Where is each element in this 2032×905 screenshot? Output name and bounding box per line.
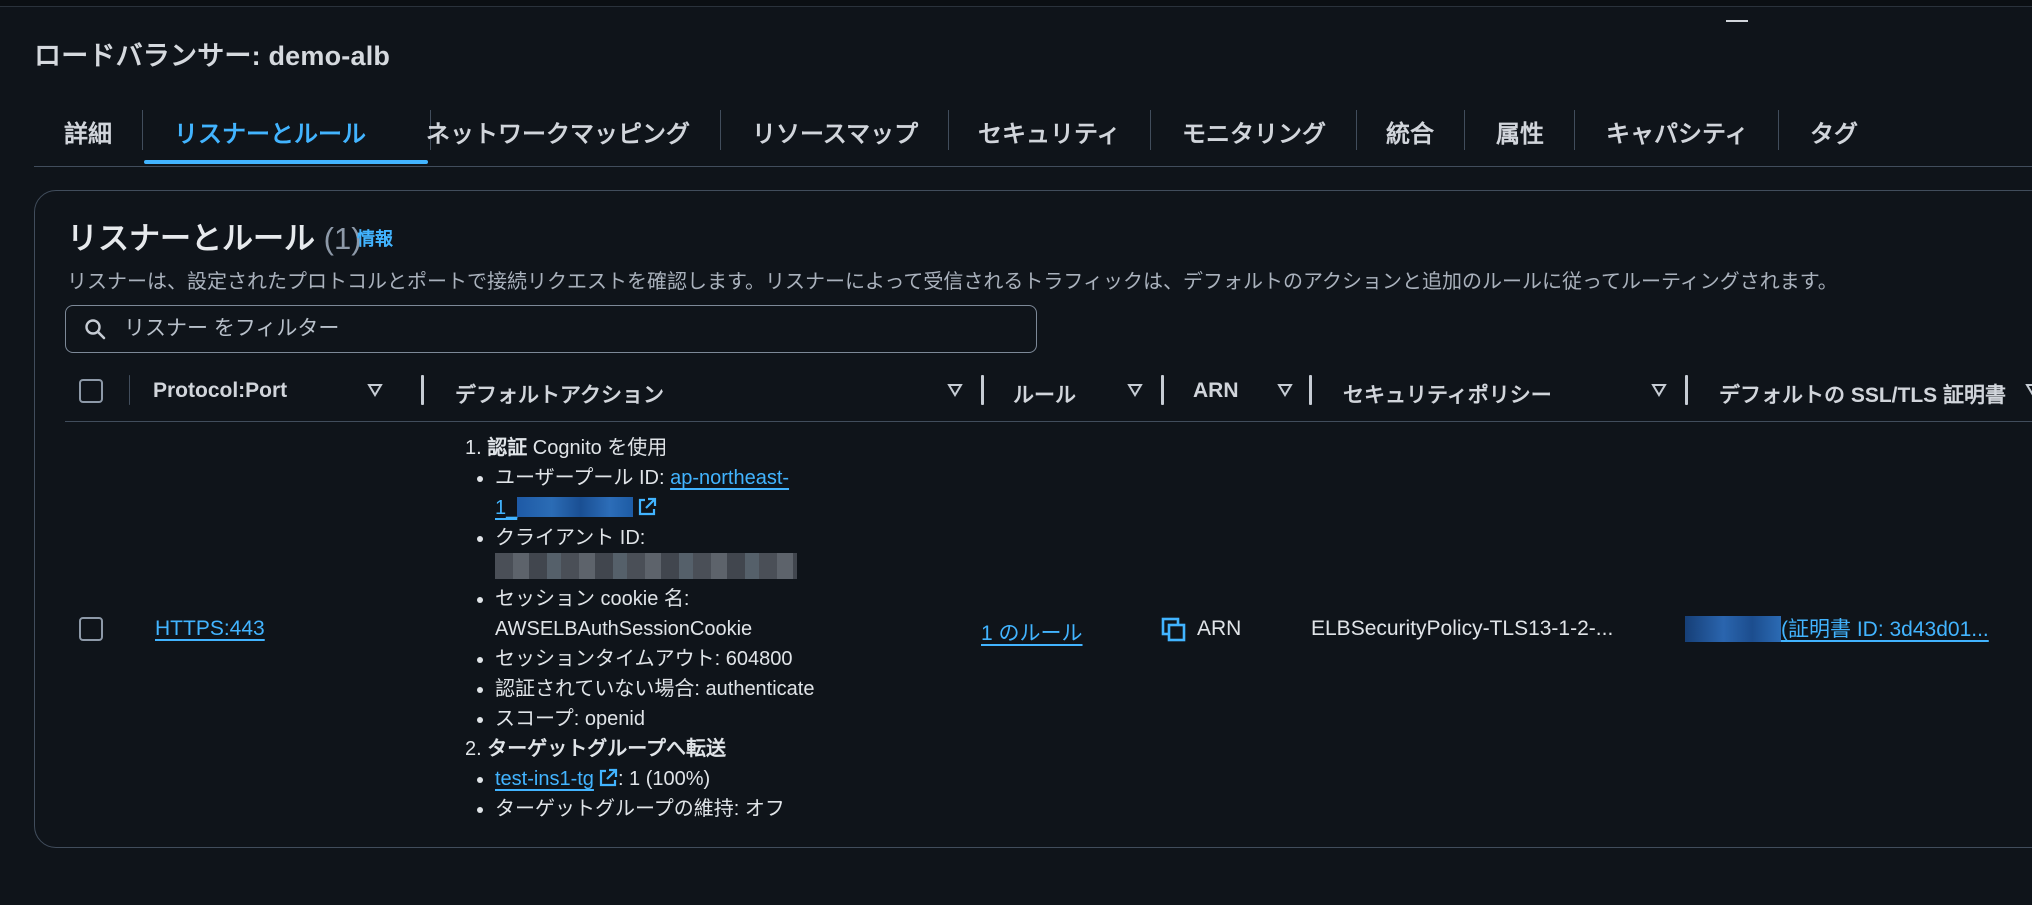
tab-bar: 詳細 リスナーとルール ネットワークマッピング リソースマップ セキュリティ モ… — [34, 104, 2032, 167]
timeout-item: セッションタイムアウト: 604800 — [495, 644, 815, 674]
target-group-link[interactable]: test-ins1-tg — [495, 768, 594, 790]
cookie-value: AWSELBAuthSessionCookie — [495, 618, 753, 640]
copy-icon[interactable] — [1161, 617, 1187, 643]
tab-separator — [1574, 110, 1575, 150]
listener-count: (1) — [323, 221, 362, 256]
tab-separator — [1778, 110, 1779, 150]
tab-security[interactable]: セキュリティ — [978, 114, 1121, 158]
target-group-weight: : 1 (100%) — [617, 768, 711, 790]
panel-title: リスナーとルール (1) — [67, 213, 362, 258]
redacted-pool-id — [517, 497, 634, 517]
action-1-method: Cognito を使用 — [527, 437, 668, 459]
column-header-default-action[interactable]: デフォルトアクション — [455, 379, 664, 409]
sort-caret-icon[interactable] — [947, 383, 963, 397]
column-resizer[interactable] — [1685, 375, 1688, 405]
default-actions-list: 1. 認証 Cognito を使用 ユーザープール ID: ap-northea… — [465, 433, 815, 824]
stickiness-item: ターゲットグループの維持: オフ — [495, 794, 815, 824]
sort-caret-icon[interactable] — [367, 383, 383, 397]
info-link[interactable]: 情報 — [357, 225, 393, 251]
tab-resource-map[interactable]: リソースマップ — [752, 114, 918, 158]
cookie-item: セッション cookie 名: AWSELBAuthSessionCookie — [495, 584, 815, 644]
panel-title-text: リスナーとルール — [67, 221, 315, 256]
certificate-cell: (証明書 ID: 3d43d01... — [1685, 613, 1989, 643]
action-1-title: 認証 — [487, 437, 528, 459]
tab-separator — [1150, 110, 1151, 150]
tab-separator — [1356, 110, 1357, 150]
target-group-item: test-ins1-tg : 1 (100%) — [495, 764, 815, 794]
column-header-default-certificate[interactable]: デフォルトの SSL/TLS 証明書 — [1719, 379, 2006, 409]
user-pool-link-text[interactable]: ap-northeast- — [670, 467, 789, 489]
minimize-icon[interactable] — [1726, 20, 1748, 22]
window-top-bar — [0, 0, 2032, 7]
tab-separator — [142, 110, 143, 150]
action-2-details: test-ins1-tg : 1 (100%) ターゲットグループの維持: オフ — [467, 764, 815, 824]
tab-listeners-and-rules[interactable]: リスナーとルール — [174, 114, 366, 158]
action-2: 2. ターゲットグループへ転送 — [465, 734, 815, 764]
client-id-item: クライアント ID: — [495, 523, 815, 584]
search-icon — [85, 319, 106, 340]
action-2-number: 2. — [465, 738, 482, 760]
column-header-rules[interactable]: ルール — [1013, 379, 1076, 409]
active-tab-indicator — [144, 160, 428, 164]
column-header-protocol-port[interactable]: Protocol:Port — [153, 379, 287, 403]
action-1: 1. 認証 Cognito を使用 — [465, 433, 815, 463]
protocol-port-link[interactable]: HTTPS:443 — [155, 617, 265, 641]
column-header-security-policy[interactable]: セキュリティポリシー — [1343, 379, 1552, 409]
filter-input[interactable] — [122, 306, 1006, 352]
row-select-checkbox[interactable] — [79, 617, 103, 641]
column-resizer[interactable] — [421, 375, 424, 405]
arn-label: ARN — [1197, 617, 1242, 640]
page-title: ロードバランサー: demo-alb — [34, 41, 391, 71]
sort-caret-icon[interactable] — [1127, 383, 1143, 397]
table-header: Protocol:Port デフォルトアクション ルール ARN セキュリティポ… — [65, 361, 2032, 422]
action-1-number: 1. — [465, 437, 482, 459]
user-pool-link-text-2[interactable]: 1_ — [495, 497, 517, 519]
listeners-panel: リスナーとルール (1) 情報 リスナーは、設定されたプロトコルとポートで接続リ… — [34, 190, 2032, 848]
tab-separator — [948, 110, 949, 150]
tab-separator — [720, 110, 721, 150]
redacted-certificate-name — [1685, 616, 1781, 642]
certificate-link[interactable]: (証明書 ID: 3d43d01... — [1781, 618, 1989, 641]
tab-capacity[interactable]: キャパシティ — [1606, 114, 1749, 158]
client-id-label: クライアント ID: — [495, 527, 646, 549]
sort-caret-icon[interactable] — [2025, 383, 2032, 397]
cookie-label: セッション cookie 名: — [495, 588, 690, 610]
column-separator — [129, 375, 130, 405]
external-link-icon[interactable] — [637, 497, 657, 517]
column-resizer[interactable] — [981, 375, 984, 405]
unauthenticated-item: 認証されていない場合: authenticate — [495, 674, 815, 704]
user-pool-label: ユーザープール ID: — [495, 467, 671, 489]
action-2-title: ターゲットグループへ転送 — [487, 738, 727, 760]
sort-caret-icon[interactable] — [1277, 383, 1293, 397]
tab-separator — [1464, 110, 1465, 150]
column-resizer[interactable] — [1309, 375, 1312, 405]
tab-tags[interactable]: タグ — [1810, 114, 1858, 158]
tab-integrations[interactable]: 統合 — [1386, 114, 1434, 158]
tab-attributes[interactable]: 属性 — [1496, 114, 1544, 158]
scope-item: スコープ: openid — [495, 704, 815, 734]
tab-monitoring[interactable]: モニタリング — [1182, 114, 1326, 158]
external-link-icon[interactable] — [598, 768, 618, 788]
tab-details[interactable]: 詳細 — [64, 114, 112, 158]
sort-caret-icon[interactable] — [1651, 383, 1667, 397]
select-all-checkbox[interactable] — [79, 379, 103, 403]
user-pool-item: ユーザープール ID: ap-northeast- 1_ — [495, 463, 815, 523]
rules-link[interactable]: 1 のルール — [981, 617, 1083, 647]
column-resizer[interactable] — [1161, 375, 1164, 405]
action-1-details: ユーザープール ID: ap-northeast- 1_ クライアント ID: セ… — [467, 463, 815, 734]
security-policy-value: ELBSecurityPolicy-TLS13-1-2-... — [1311, 617, 1614, 640]
redacted-client-id — [495, 553, 797, 579]
column-header-arn[interactable]: ARN — [1193, 379, 1239, 403]
tab-network-mapping[interactable]: ネットワークマッピング — [426, 114, 690, 158]
panel-description: リスナーは、設定されたプロトコルとポートで接続リクエストを確認します。リスナーに… — [67, 271, 1838, 293]
listener-filter[interactable] — [65, 305, 1037, 353]
